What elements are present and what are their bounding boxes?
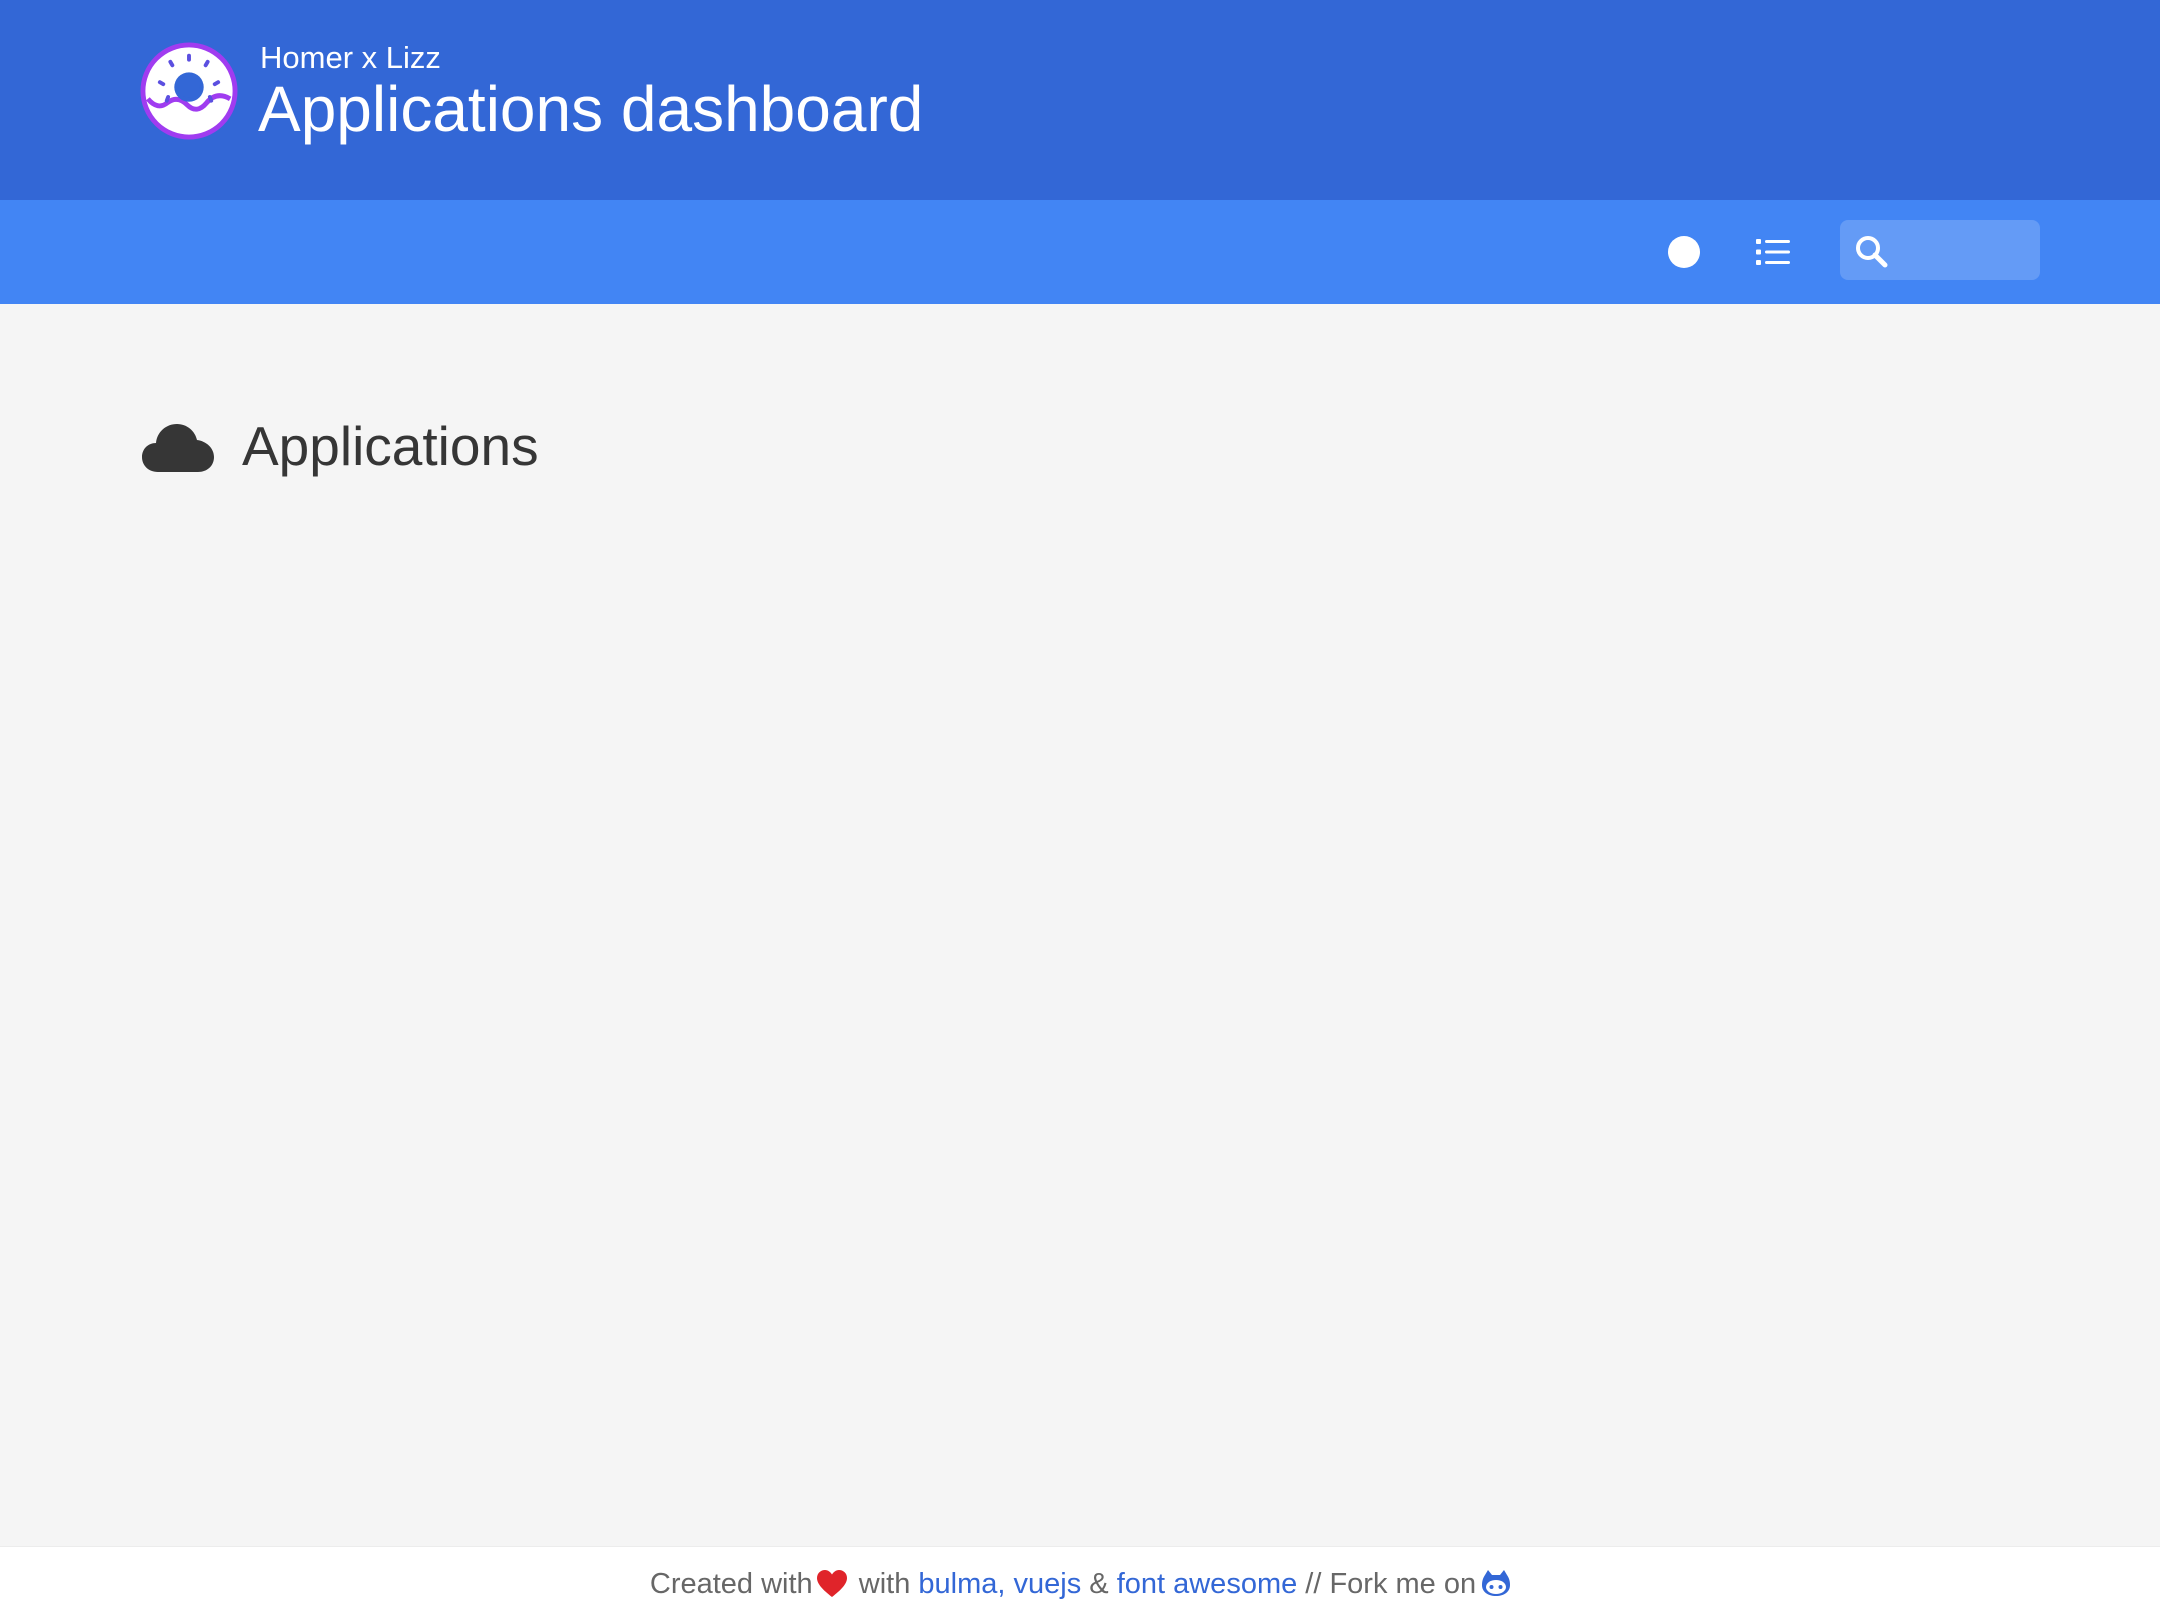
circle-icon	[1668, 236, 1700, 268]
header-subtitle: Homer x Lizz	[260, 40, 441, 75]
github-icon	[1482, 1569, 1511, 1596]
donut-logo-icon	[140, 42, 238, 140]
footer-comma: ,	[997, 1567, 1006, 1600]
page-title: Applications dashboard	[258, 73, 924, 145]
navbar	[0, 200, 2160, 304]
font-awesome-link[interactable]: font awesome	[1117, 1568, 1298, 1601]
footer-created-with: Created with	[649, 1567, 813, 1600]
vuejs-link[interactable]: vuejs	[1014, 1568, 1082, 1601]
footer-fork: // Fork me on	[1305, 1567, 1477, 1600]
github-link[interactable]	[1476, 1568, 1511, 1601]
footer: Created with with bulma , vuejs & font a…	[0, 1546, 2160, 1621]
search-input[interactable]	[1898, 228, 2032, 274]
list-icon	[1756, 239, 1790, 265]
layout-toggle-button[interactable]	[1745, 224, 1801, 280]
header: Homer x Lizz Applications dashboard	[0, 0, 2160, 200]
search-icon	[1856, 236, 1888, 268]
theme-toggle-button[interactable]	[1656, 224, 1712, 280]
footer-amp: &	[1089, 1567, 1109, 1600]
bulma-link[interactable]: bulma	[918, 1568, 997, 1601]
search-box[interactable]	[1840, 220, 2040, 280]
heart-icon	[816, 1570, 847, 1597]
footer-with: with	[858, 1567, 911, 1600]
cloud-icon	[142, 424, 214, 472]
group-title: Applications	[242, 415, 539, 477]
